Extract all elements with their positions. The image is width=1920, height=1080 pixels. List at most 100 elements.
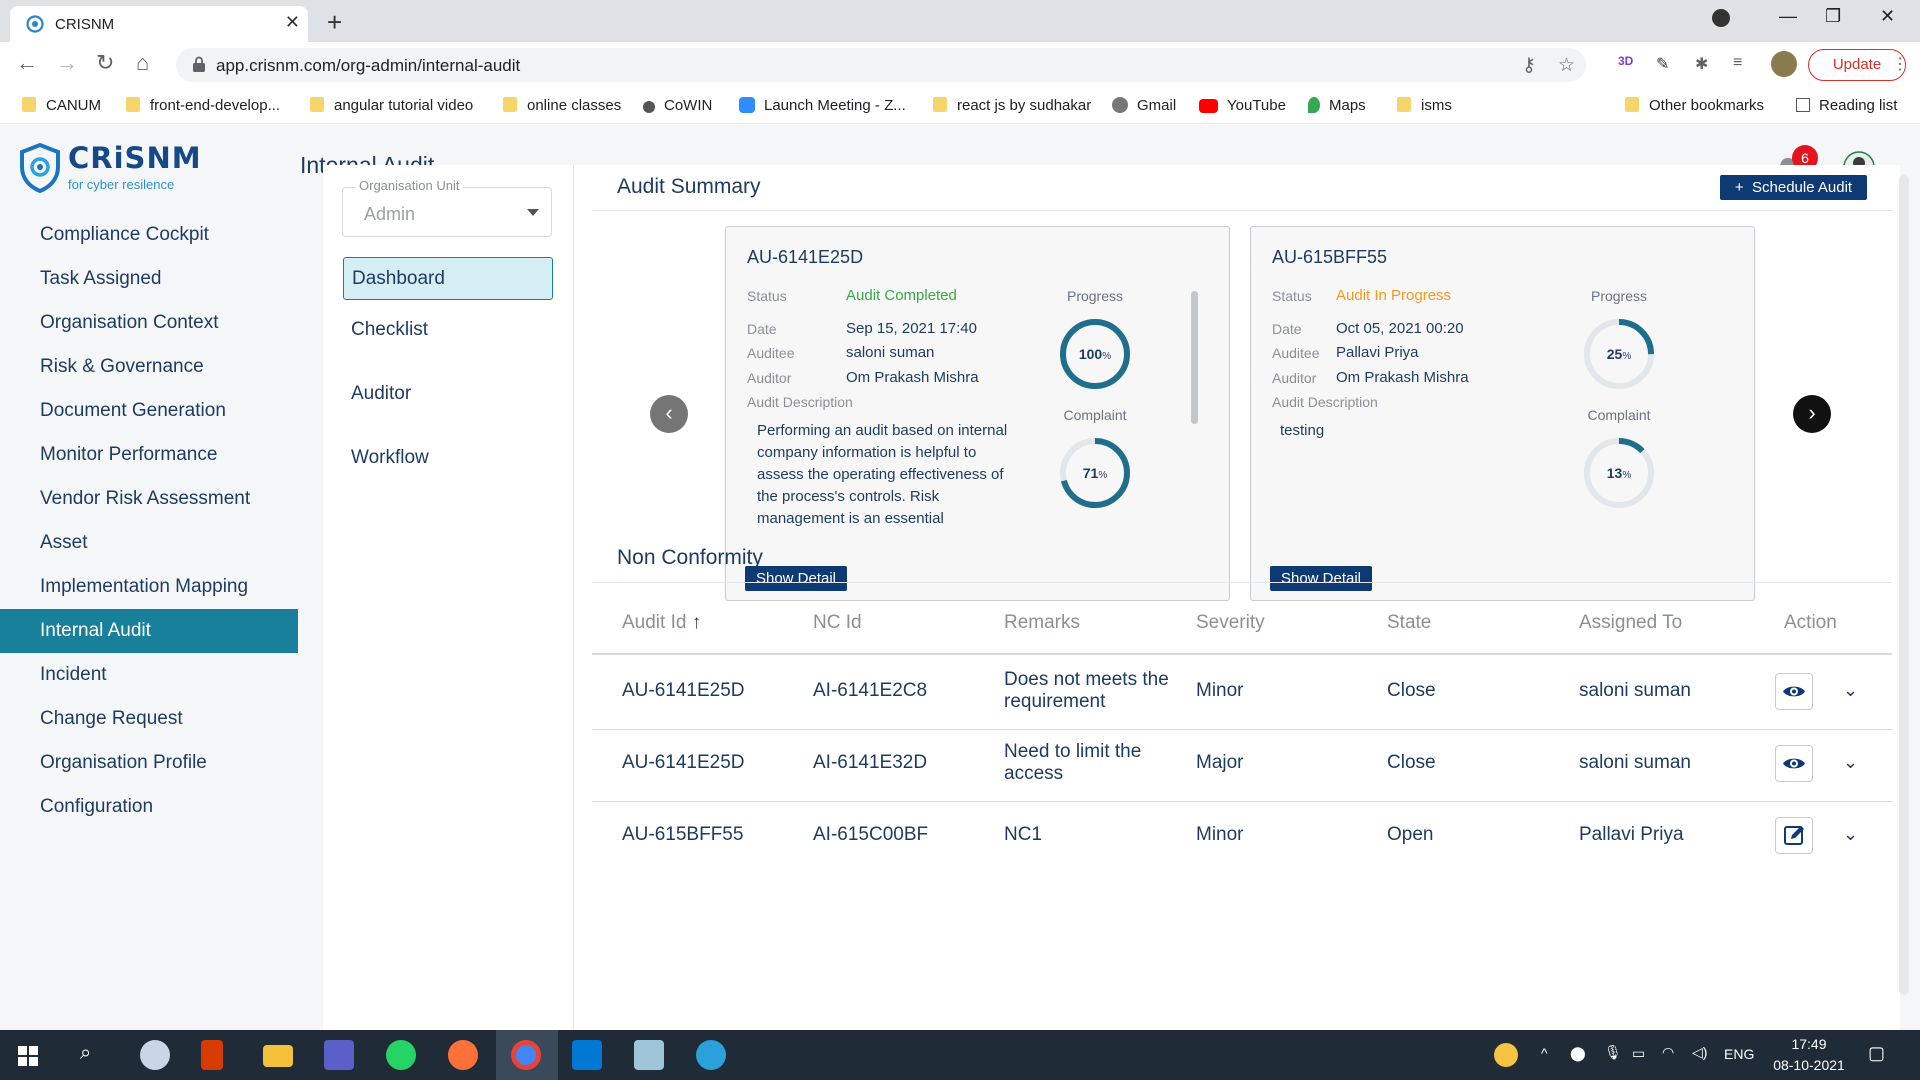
view-button[interactable] xyxy=(1775,673,1813,710)
new-tab-icon[interactable]: + xyxy=(327,7,342,38)
org-unit-select[interactable]: Admin xyxy=(342,187,552,237)
date-value: Sep 15, 2021 17:40 xyxy=(846,320,977,337)
firefox-icon[interactable] xyxy=(448,1040,478,1070)
bookmark-zoom[interactable]: Launch Meeting - Z... xyxy=(739,97,906,114)
restore-icon[interactable]: ❐ xyxy=(1825,6,1841,27)
view-button[interactable] xyxy=(1775,745,1813,782)
carousel-prev-button[interactable]: ‹ xyxy=(650,395,688,433)
telegram-icon[interactable] xyxy=(696,1040,726,1070)
office-icon[interactable] xyxy=(201,1040,223,1070)
cell-remarks: NC1 xyxy=(1004,824,1043,845)
chrome-icon[interactable] xyxy=(511,1040,541,1070)
brand-tagline: for cyber resilence xyxy=(68,177,175,192)
bookmark-other[interactable]: Other bookmarks xyxy=(1625,97,1764,114)
bookmark-react[interactable]: react js by sudhakar xyxy=(933,97,1091,114)
profile-avatar-icon[interactable] xyxy=(1771,51,1797,77)
app-icon[interactable] xyxy=(140,1040,170,1070)
sidebar-item-change-request[interactable]: Change Request xyxy=(0,697,298,741)
vscode-icon[interactable] xyxy=(572,1040,602,1070)
sidebar-item-organisation-profile[interactable]: Organisation Profile xyxy=(0,741,298,785)
profile-menu-icon[interactable] xyxy=(1712,9,1730,27)
sidebar-item-compliance-cockpit[interactable]: Compliance Cockpit xyxy=(0,213,298,257)
notepad-icon[interactable] xyxy=(634,1040,664,1070)
sidebar-item-asset[interactable]: Asset xyxy=(0,521,298,565)
sidebar-item-incident[interactable]: Incident xyxy=(0,653,298,697)
clock-time[interactable]: 17:49 xyxy=(1774,1036,1844,1052)
folder-icon xyxy=(933,97,947,112)
media-control-icon[interactable]: ≡ xyxy=(1733,54,1742,72)
address-bar[interactable]: app.crisnm.com/org-admin/internal-audit … xyxy=(176,48,1586,82)
3d-extension-icon[interactable]: 3D xyxy=(1618,54,1633,68)
sidebar-item-vendor-risk-assessment[interactable]: Vendor Risk Assessment xyxy=(0,477,298,521)
search-icon[interactable]: ⌕ xyxy=(80,1042,91,1065)
pen-extension-icon[interactable]: ✎ xyxy=(1656,54,1669,74)
sidebar-item-document-generation[interactable]: Document Generation xyxy=(0,389,298,433)
sidebar-item-internal-audit[interactable]: Internal Audit xyxy=(0,609,298,653)
cell-severity: Major xyxy=(1196,752,1244,773)
more-menu-icon[interactable]: ⋮ xyxy=(1892,54,1908,74)
cell-remarks: Does not meets the requirement xyxy=(1004,669,1169,712)
card-scrollbar[interactable] xyxy=(1191,291,1198,424)
notification-center-icon[interactable]: ▢ xyxy=(1868,1043,1885,1064)
weather-icon[interactable] xyxy=(1494,1043,1518,1067)
page-scrollbar[interactable] xyxy=(1899,175,1909,995)
sidebar-item-task-assigned[interactable]: Task Assigned xyxy=(0,257,298,301)
file-explorer-icon[interactable] xyxy=(263,1045,293,1067)
close-window-icon[interactable]: ✕ xyxy=(1880,6,1895,27)
windows-start-icon[interactable] xyxy=(18,1046,38,1066)
subnav-workflow[interactable]: Workflow xyxy=(343,437,553,480)
chevron-down-icon[interactable]: ⌄ xyxy=(1843,824,1858,845)
key-icon[interactable]: ⚷ xyxy=(1522,54,1536,77)
bookmark-cowin[interactable]: CoWIN xyxy=(643,97,712,114)
bookmark-gmail[interactable]: Gmail xyxy=(1112,97,1176,114)
whatsapp-icon[interactable] xyxy=(386,1040,416,1070)
browser-tabstrip: CRISNM ✕ + — ❐ ✕ xyxy=(0,0,1920,42)
microphone-icon[interactable]: 🎙 xyxy=(1604,1044,1622,1061)
edit-button[interactable] xyxy=(1775,817,1813,854)
subnav-auditor[interactable]: Auditor xyxy=(343,373,553,416)
bookmark-star-icon[interactable]: ☆ xyxy=(1558,54,1575,77)
home-icon[interactable]: ⌂ xyxy=(136,50,149,76)
sidebar-item-configuration[interactable]: Configuration xyxy=(0,785,298,829)
sidebar-item-implementation-mapping[interactable]: Implementation Mapping xyxy=(0,565,298,609)
bookmark-youtube[interactable]: YouTube xyxy=(1199,97,1286,114)
subnav-checklist[interactable]: Checklist xyxy=(343,309,553,352)
wifi-icon[interactable]: ◠ xyxy=(1662,1044,1674,1061)
folder-icon xyxy=(310,97,324,112)
back-icon[interactable]: ← xyxy=(16,50,38,76)
browser-tab[interactable]: CRISNM ✕ xyxy=(10,6,308,42)
close-tab-icon[interactable]: ✕ xyxy=(285,12,300,33)
progress-value: 25% xyxy=(1606,346,1632,362)
sort-up-icon[interactable]: ↑ xyxy=(692,612,702,633)
sidebar-item-monitor-performance[interactable]: Monitor Performance xyxy=(0,433,298,477)
bookmark-angular[interactable]: angular tutorial video xyxy=(310,97,473,114)
carousel-next-button[interactable]: › xyxy=(1793,395,1831,433)
antivirus-icon[interactable]: ⬤ xyxy=(1570,1045,1586,1062)
reading-list[interactable]: Reading list xyxy=(1796,97,1897,114)
teams-icon[interactable] xyxy=(324,1040,354,1070)
bookmark-online-classes[interactable]: online classes xyxy=(503,97,621,114)
sidebar-item-risk-governance[interactable]: Risk & Governance xyxy=(0,345,298,389)
bookmark-frontend[interactable]: front-end-develop... xyxy=(126,97,280,114)
language-indicator[interactable]: ENG xyxy=(1724,1046,1754,1062)
bookmark-isms[interactable]: isms xyxy=(1397,97,1452,114)
chevron-down-icon[interactable]: ⌄ xyxy=(1843,752,1858,773)
battery-icon[interactable]: ▭ xyxy=(1632,1045,1645,1062)
minimize-icon[interactable]: — xyxy=(1779,6,1797,27)
chevron-down-icon[interactable]: ⌄ xyxy=(1843,680,1858,701)
sidebar-item-organisation-context[interactable]: Organisation Context xyxy=(0,301,298,345)
subnav-dashboard[interactable]: Dashboard xyxy=(343,257,553,300)
volume-icon[interactable]: ◁) xyxy=(1692,1044,1707,1061)
show-detail-button[interactable]: Show Detail xyxy=(1270,566,1372,591)
clock-date[interactable]: 08-10-2021 xyxy=(1766,1057,1852,1073)
complaint-label: Complaint xyxy=(1587,407,1651,423)
extensions-puzzle-icon[interactable]: ✱ xyxy=(1695,54,1708,74)
bookmark-maps[interactable]: Maps xyxy=(1308,97,1366,114)
column-header-audit-id[interactable]: Audit Id ↑ xyxy=(622,612,701,634)
tray-overflow-icon[interactable]: ^ xyxy=(1541,1045,1548,1061)
bookmark-canum[interactable]: CANUM xyxy=(22,97,101,114)
cell-nc-id: AI-615C00BF xyxy=(813,824,929,845)
reload-icon[interactable]: ↻ xyxy=(96,50,114,76)
forward-icon[interactable]: → xyxy=(56,50,78,76)
schedule-audit-button[interactable]: + Schedule Audit xyxy=(1720,175,1867,200)
